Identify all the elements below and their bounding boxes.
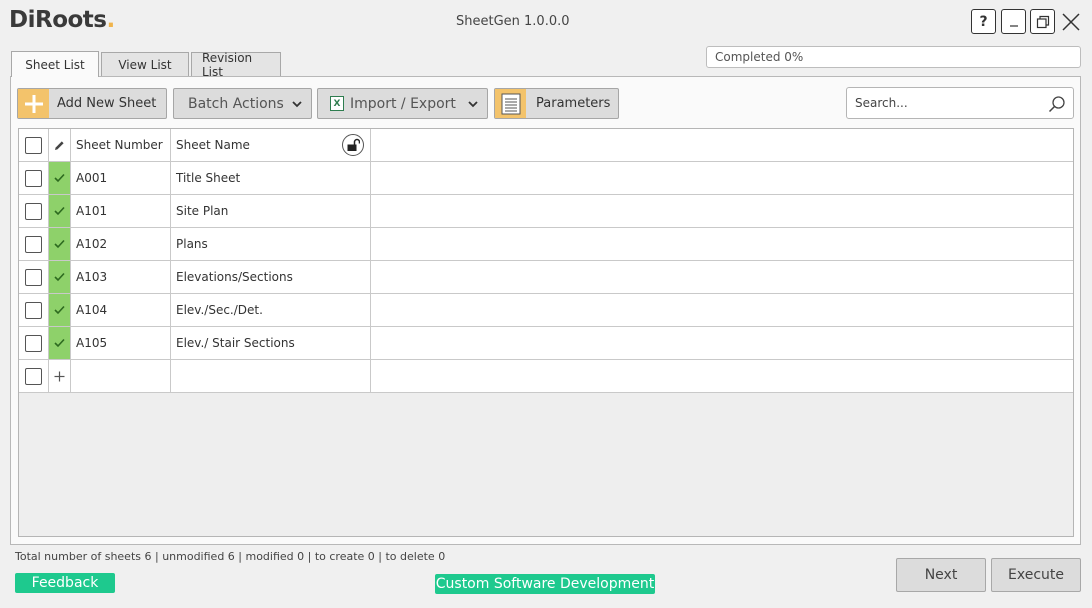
search-icon[interactable] — [1048, 95, 1066, 113]
row-status-cell — [49, 162, 71, 194]
sheet-number-cell[interactable]: A001 — [71, 162, 171, 194]
row-checkbox[interactable] — [25, 202, 42, 220]
progress-text: Completed 0% — [715, 50, 804, 64]
row-checkbox[interactable] — [25, 235, 42, 253]
row-checkbox[interactable] — [25, 367, 42, 385]
search-box — [846, 87, 1074, 119]
plus-icon — [18, 89, 49, 118]
chevron-down-icon — [292, 101, 302, 108]
add-row-cell[interactable] — [49, 360, 71, 392]
checkmark-icon — [54, 272, 65, 282]
minimize-button[interactable] — [1001, 9, 1026, 34]
next-button[interactable]: Next — [896, 558, 986, 592]
sheet-number-cell[interactable]: A105 — [71, 327, 171, 359]
diroots-logo: DiRoots. — [9, 7, 115, 33]
column-header-sheet-name[interactable]: Sheet Name — [171, 129, 371, 161]
feedback-button[interactable]: Feedback — [15, 573, 115, 593]
close-icon — [1061, 12, 1080, 31]
custom-software-development-link[interactable]: Custom Software Development — [435, 574, 655, 594]
add-new-sheet-label: Add New Sheet — [57, 96, 157, 111]
restore-icon — [1036, 15, 1049, 28]
row-checkbox[interactable] — [25, 301, 42, 319]
row-status-cell — [49, 228, 71, 260]
search-input[interactable] — [847, 88, 1037, 118]
tab-view-list[interactable]: View List — [101, 52, 189, 76]
help-button[interactable]: ? — [971, 9, 996, 34]
sheet-list-panel: Add New Sheet Batch Actions X Import / E… — [10, 76, 1081, 545]
checkmark-icon — [54, 239, 65, 249]
progress-bar: Completed 0% — [706, 46, 1081, 68]
new-sheet-number-cell[interactable] — [71, 360, 171, 392]
import-export-dropdown[interactable]: X Import / Export — [317, 88, 488, 119]
document-list-icon — [495, 89, 526, 118]
row-status-cell — [49, 195, 71, 227]
add-new-sheet-button[interactable]: Add New Sheet — [17, 88, 167, 119]
checkmark-icon — [54, 305, 65, 315]
row-select-cell — [19, 294, 49, 326]
row-checkbox[interactable] — [25, 169, 42, 187]
parameters-label: Parameters — [536, 96, 611, 111]
table-row[interactable]: A101 Site Plan — [19, 195, 1073, 228]
tab-bar: Sheet List View List Revision List — [11, 51, 283, 79]
status-summary: Total number of sheets 6 | unmodified 6 … — [15, 550, 446, 563]
table-row[interactable]: A103 Elevations/Sections — [19, 261, 1073, 294]
tab-revision-list[interactable]: Revision List — [191, 51, 281, 79]
window-title: SheetGen 1.0.0.0 — [456, 14, 570, 29]
checkmark-icon — [54, 338, 65, 348]
sheet-name-cell[interactable]: Plans — [171, 228, 371, 260]
select-all-cell — [19, 129, 49, 161]
row-select-cell — [19, 228, 49, 260]
row-select-cell — [19, 261, 49, 293]
row-status-cell — [49, 294, 71, 326]
table-row[interactable]: A105 Elev./ Stair Sections — [19, 327, 1073, 360]
sheet-name-cell[interactable]: Title Sheet — [171, 162, 371, 194]
column-header-sheet-name-label: Sheet Name — [176, 138, 250, 152]
row-select-cell — [19, 360, 49, 392]
row-select-cell — [19, 327, 49, 359]
execute-button[interactable]: Execute — [991, 558, 1081, 592]
unlock-icon — [347, 138, 360, 151]
table-row[interactable]: A102 Plans — [19, 228, 1073, 261]
parameters-button[interactable]: Parameters — [494, 88, 619, 119]
row-status-cell — [49, 327, 71, 359]
row-checkbox[interactable] — [25, 334, 42, 352]
row-select-cell — [19, 162, 49, 194]
checkmark-icon — [54, 173, 65, 183]
plus-icon — [54, 371, 65, 381]
sheet-name-cell[interactable]: Site Plan — [171, 195, 371, 227]
close-button[interactable] — [1058, 9, 1083, 34]
new-row[interactable] — [19, 360, 1073, 393]
unlock-toggle[interactable] — [342, 134, 364, 156]
minimize-icon — [1009, 24, 1018, 27]
table-row[interactable]: A001 Title Sheet — [19, 162, 1073, 195]
row-select-cell — [19, 195, 49, 227]
table-row[interactable]: A104 Elev./Sec./Det. — [19, 294, 1073, 327]
sheet-number-cell[interactable]: A104 — [71, 294, 171, 326]
sheet-grid: Sheet Number Sheet Name A001 Title Sheet… — [18, 128, 1074, 537]
restore-button[interactable] — [1030, 9, 1055, 34]
sheet-number-cell[interactable]: A101 — [71, 195, 171, 227]
select-all-checkbox[interactable] — [25, 136, 42, 154]
column-header-sheet-number[interactable]: Sheet Number — [71, 129, 171, 161]
excel-icon: X — [330, 96, 344, 111]
tab-sheet-list[interactable]: Sheet List — [11, 51, 99, 77]
checkmark-icon — [54, 206, 65, 216]
sheet-number-cell[interactable]: A103 — [71, 261, 171, 293]
sheet-number-cell[interactable]: A102 — [71, 228, 171, 260]
chevron-down-icon — [468, 101, 478, 108]
pencil-icon — [55, 140, 64, 150]
edit-column-header — [49, 129, 71, 161]
sheet-name-cell[interactable]: Elev./Sec./Det. — [171, 294, 371, 326]
row-status-cell — [49, 261, 71, 293]
batch-actions-dropdown[interactable]: Batch Actions — [173, 88, 312, 119]
sheet-name-cell[interactable]: Elev./ Stair Sections — [171, 327, 371, 359]
import-export-label: Import / Export — [350, 95, 456, 112]
sheet-name-cell[interactable]: Elevations/Sections — [171, 261, 371, 293]
new-sheet-name-cell[interactable] — [171, 360, 371, 392]
batch-actions-label: Batch Actions — [188, 95, 284, 112]
grid-header-row: Sheet Number Sheet Name — [19, 129, 1073, 162]
row-checkbox[interactable] — [25, 268, 42, 286]
